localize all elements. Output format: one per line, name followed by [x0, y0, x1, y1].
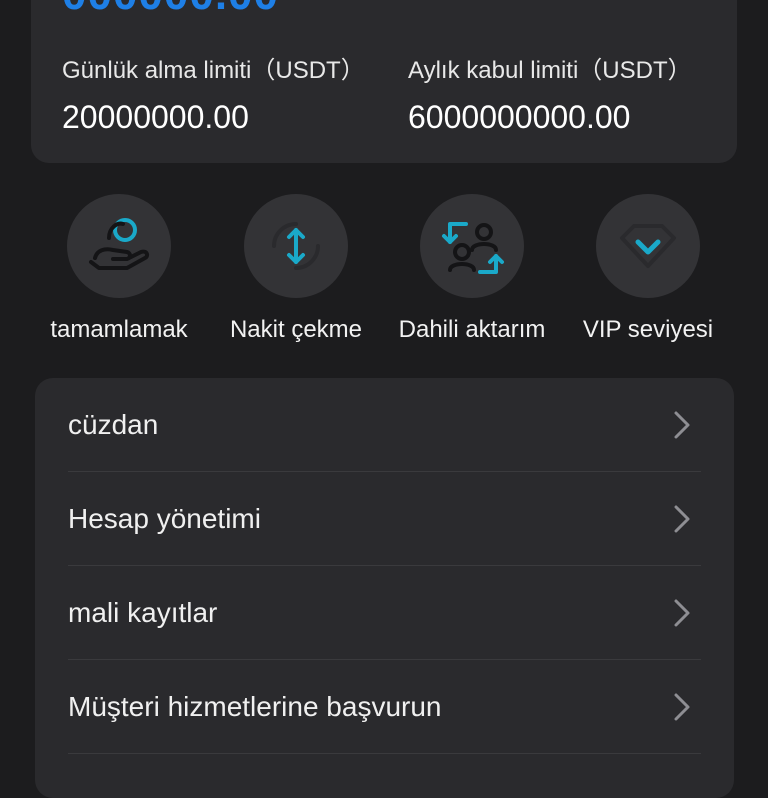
- action-withdraw-label: Nakit çekme: [229, 316, 363, 343]
- menu-item-wallet[interactable]: cüzdan: [68, 378, 701, 472]
- menu-item-label: Müşteri hizmetlerine başvurun: [68, 690, 442, 722]
- menu-item-label: Hesap yönetimi: [68, 502, 261, 534]
- vip-circle: [596, 194, 700, 298]
- menu-item-customer-service[interactable]: Müşteri hizmetlerine başvurun: [68, 660, 701, 754]
- monthly-limit-label: Aylık kabul limiti（USDT）: [408, 57, 692, 84]
- action-deposit[interactable]: tamamlamak: [24, 192, 214, 344]
- chevron-right-icon: [674, 411, 690, 438]
- deposit-hand-icon: [89, 218, 150, 270]
- action-vip[interactable]: VIP seviyesi: [553, 192, 743, 344]
- action-vip-label: VIP seviyesi: [582, 316, 714, 343]
- daily-limit-value: 20000000.00: [62, 99, 249, 135]
- withdraw-circle: [244, 194, 348, 298]
- menu-item-label: mali kayıtlar: [68, 596, 218, 628]
- vip-diamond-icon: [620, 224, 676, 268]
- chevron-right-icon: [674, 505, 690, 532]
- menu-item-label: cüzdan: [68, 408, 159, 440]
- chevron-right-icon: [674, 693, 690, 720]
- withdraw-arrows-icon: [272, 222, 320, 270]
- monthly-limit: Aylık kabul limiti（USDT） 6000000000.00: [408, 50, 692, 136]
- deposit-circle: [67, 194, 171, 298]
- balance-value: 000000.00: [62, 0, 279, 20]
- action-transfer-label: Dahili aktarım: [398, 316, 546, 343]
- daily-limit-label: Günlük alma limiti（USDT）: [62, 57, 365, 84]
- quick-actions: tamamlamak Nakit çekme Dahili aktarım VI…: [0, 192, 768, 352]
- monthly-limit-value: 6000000000.00: [408, 99, 631, 135]
- transfer-circle: [420, 194, 524, 298]
- menu-item-account-management[interactable]: Hesap yönetimi: [68, 472, 701, 566]
- action-withdraw[interactable]: Nakit çekme: [201, 192, 391, 344]
- transfer-users-icon: [442, 222, 504, 274]
- action-transfer[interactable]: Dahili aktarım: [377, 192, 567, 344]
- menu-card: cüzdan Hesap yönetimi mali kayıtlar Müşt…: [35, 378, 734, 798]
- chevron-right-icon: [674, 599, 690, 626]
- daily-limit: Günlük alma limiti（USDT） 20000000.00: [62, 50, 365, 136]
- menu-item-financial-records[interactable]: mali kayıtlar: [68, 566, 701, 660]
- action-deposit-label: tamamlamak: [50, 316, 188, 343]
